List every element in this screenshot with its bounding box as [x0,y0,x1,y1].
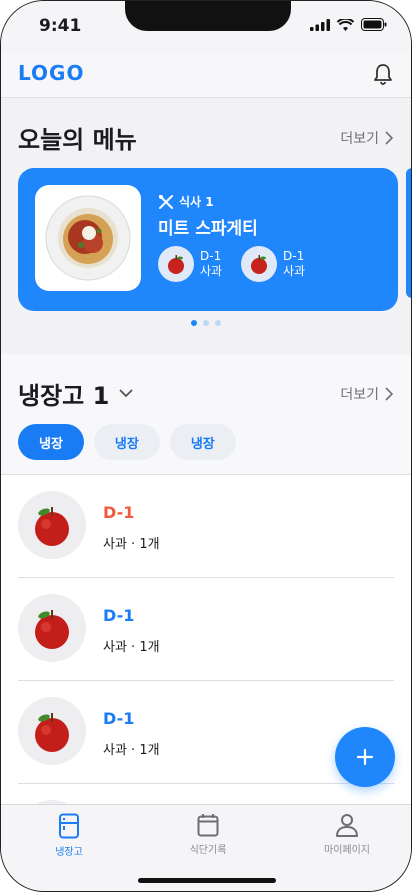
home-indicator [138,878,276,883]
chip-refrigerated[interactable]: 냉장 [18,424,84,460]
apple-icon [158,246,194,282]
ingredient-chip: D-1 사과 [158,246,222,282]
app-screen: 9:41 LOGO 오늘의 메뉴 더보기 식사 1 미트 스파게티 D-1 사과… [0,0,412,892]
status-icons [310,18,387,31]
tab-label: 식단기록 [189,845,227,856]
chip-refrigerated[interactable]: 냉장 [169,424,236,460]
tab-label: 마이페이지 [324,845,370,856]
apple-icon [18,491,86,559]
bottom-tab-bar: 냉장고 식단기록 마이페이지 [1,804,411,891]
utensils-icon [159,194,173,209]
meal-card[interactable]: 식사 1 미트 스파게티 D-1 사과 D-1 사과 [18,168,398,311]
apple-icon [18,594,86,662]
fridge-more-link[interactable]: 더보기 [340,384,393,404]
carousel-pager [1,320,411,326]
meal-number: 식사 1 [179,195,214,209]
pager-dot[interactable] [215,320,221,326]
today-more-link[interactable]: 더보기 [340,128,393,148]
add-item-button[interactable] [335,727,395,787]
list-item[interactable]: D-1 사과 · 1개 [18,475,394,578]
item-qty: 1개 [139,640,160,655]
tab-meal-log[interactable]: 식단기록 [148,813,268,856]
chevron-down-icon [119,389,133,398]
status-bar: 9:41 [1,1,411,53]
list-item[interactable]: D-1 사과 · 1개 [18,578,394,681]
meal-label: 식사 1 [158,193,214,210]
person-icon [336,814,358,837]
pager-dot[interactable] [203,320,209,326]
calendar-icon [197,814,219,837]
status-time: 9:41 [39,16,82,36]
item-dday: D-1 [103,709,135,728]
top-header: LOGO [1,53,411,98]
item-info: 사과 · 1개 [103,640,160,655]
tab-my-page[interactable]: 마이페이지 [287,813,407,856]
item-info: 사과 · 1개 [103,743,160,758]
item-dday: D-1 [103,503,135,522]
plus-icon [356,748,374,766]
bell-icon[interactable] [373,63,393,89]
ingredient-name: 사과 [283,264,306,278]
fridge-icon [59,813,79,839]
apple-icon [241,246,277,282]
chip-refrigerated[interactable]: 냉장 [93,424,160,460]
ingredient-dday: D-1 [283,249,305,263]
item-name: 사과 [103,537,127,552]
item-qty: 1개 [139,537,160,552]
today-menu-title: 오늘의 메뉴 [18,126,137,154]
chevron-right-icon [385,131,393,145]
more-label: 더보기 [340,131,379,147]
fridge-selector[interactable]: 냉장고 1 [18,376,133,411]
ingredient-dday: D-1 [200,249,222,263]
apple-icon [18,697,86,765]
signal-icon [310,18,330,31]
wifi-icon [337,18,354,31]
spaghetti-image [35,185,141,291]
item-name: 사과 [103,743,127,758]
meal-name: 미트 스파게티 [158,219,258,239]
notch [125,1,291,31]
tab-fridge[interactable]: 냉장고 [9,813,129,858]
pager-dot[interactable] [191,320,197,326]
fridge-section: 냉장고 1 더보기 냉장 냉장 냉장 [1,354,411,475]
item-dday: D-1 [103,606,135,625]
ingredient-chip: D-1 사과 [241,246,305,282]
fridge-title: 냉장고 1 [18,382,110,410]
today-menu-section: 오늘의 메뉴 더보기 식사 1 미트 스파게티 D-1 사과 D-1 사과 [1,98,411,354]
item-name: 사과 [103,640,127,655]
storage-filter-chips: 냉장 냉장 냉장 [18,424,236,460]
tab-label: 냉장고 [55,847,83,858]
chevron-right-icon [385,387,393,401]
next-card-peek[interactable] [406,168,411,298]
logo[interactable]: LOGO [18,61,84,85]
item-info: 사과 · 1개 [103,537,160,552]
list-item[interactable] [18,784,394,805]
ingredient-name: 사과 [200,264,223,278]
item-qty: 1개 [139,743,160,758]
more-label: 더보기 [340,387,379,403]
battery-icon [361,18,387,31]
